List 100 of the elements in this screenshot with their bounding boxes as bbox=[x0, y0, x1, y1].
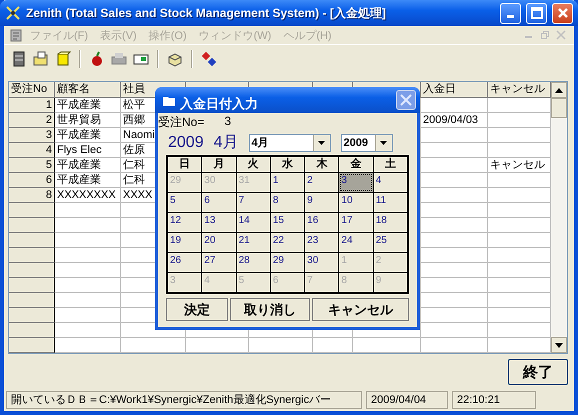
shapes-icon[interactable] bbox=[200, 50, 218, 68]
table-cell bbox=[421, 263, 488, 278]
calendar-day[interactable]: 13 bbox=[202, 213, 236, 232]
table-cell bbox=[421, 188, 488, 203]
table-cell bbox=[55, 323, 121, 338]
table-cell bbox=[421, 323, 488, 338]
calendar-day[interactable]: 25 bbox=[374, 233, 407, 252]
dialog-button[interactable]: 取り消し bbox=[230, 298, 310, 321]
calendar-day[interactable]: 7 bbox=[236, 193, 270, 212]
calendar-day[interactable]: 27 bbox=[202, 253, 236, 272]
column-header[interactable]: 入金日 bbox=[421, 82, 488, 98]
scroll-thumb[interactable] bbox=[551, 98, 567, 118]
column-header[interactable]: 受注No bbox=[9, 82, 55, 98]
month-dropdown[interactable]: 4月 bbox=[248, 134, 330, 152]
calendar-day[interactable]: 24 bbox=[339, 233, 373, 252]
row-header bbox=[9, 218, 55, 233]
maximize-button[interactable] bbox=[526, 2, 547, 24]
folder-icon bbox=[163, 94, 175, 106]
scroll-up-button[interactable] bbox=[551, 82, 567, 98]
calendar-day[interactable]: 1 bbox=[270, 173, 304, 192]
calendar-day[interactable]: 19 bbox=[168, 233, 202, 252]
minimize-button[interactable] bbox=[500, 2, 521, 24]
row-header bbox=[9, 263, 55, 278]
calendar-day[interactable]: 17 bbox=[339, 213, 373, 232]
order-number: 3 bbox=[224, 114, 232, 130]
row-header: 8 bbox=[9, 188, 55, 203]
minimize-icon bbox=[507, 15, 514, 18]
calendar-day[interactable]: 11 bbox=[374, 193, 407, 212]
table-cell bbox=[313, 338, 353, 353]
tools-icon bbox=[5, 5, 21, 21]
table-cell bbox=[421, 248, 488, 263]
weekday-header: 火 bbox=[236, 157, 270, 172]
row-header: 6 bbox=[9, 173, 55, 188]
row-header: 3 bbox=[9, 128, 55, 143]
table-cell bbox=[421, 143, 488, 158]
calendar-day[interactable]: 6 bbox=[202, 193, 236, 212]
table-cell bbox=[421, 308, 488, 323]
table-cell: 平成産業 bbox=[55, 158, 121, 173]
weekday-header: 日 bbox=[168, 157, 202, 172]
table-cell: 平成産業 bbox=[55, 173, 121, 188]
calendar-day[interactable]: 14 bbox=[236, 213, 270, 232]
weekday-header: 木 bbox=[305, 157, 338, 172]
exit-button[interactable]: 終了 bbox=[508, 359, 568, 385]
calendar-day[interactable]: 10 bbox=[339, 193, 373, 212]
document-icon[interactable] bbox=[8, 27, 24, 43]
calendar-day[interactable]: 28 bbox=[236, 253, 270, 272]
calendar-day[interactable]: 3 bbox=[339, 173, 373, 192]
weekday-header: 金 bbox=[339, 157, 373, 172]
column-header[interactable]: キャンセル bbox=[488, 82, 551, 98]
calendar-day[interactable]: 5 bbox=[168, 193, 202, 212]
window-title: Zenith (Total Sales and Stock Management System) - [入金処理] bbox=[26, 4, 387, 22]
calendar-day[interactable]: 26 bbox=[168, 253, 202, 272]
up-arrow-icon bbox=[555, 88, 563, 92]
dialog-button[interactable]: 決定 bbox=[166, 298, 228, 321]
table-cell bbox=[186, 338, 249, 353]
calendar-day[interactable]: 30 bbox=[305, 253, 338, 272]
row-header bbox=[9, 308, 55, 323]
status-panel: 22:10:21 bbox=[452, 391, 536, 409]
weekday-header: 月 bbox=[202, 157, 236, 172]
folder-icon[interactable] bbox=[32, 50, 50, 68]
calendar-day[interactable]: 8 bbox=[270, 193, 304, 212]
calendar-day[interactable]: 18 bbox=[374, 213, 407, 232]
calendar-day[interactable]: 16 bbox=[305, 213, 338, 232]
status-panel: 開いているＤＢ＝C:¥Work1¥Synergic¥Zenith最適化Synergicバー bbox=[6, 391, 362, 409]
table-cell bbox=[421, 98, 488, 113]
calendar-day[interactable]: 29 bbox=[270, 253, 304, 272]
table-cell: 平成産業 bbox=[55, 128, 121, 143]
down-arrow-icon bbox=[555, 342, 563, 348]
row-header bbox=[9, 293, 55, 308]
row-header bbox=[9, 338, 55, 353]
column-header[interactable]: 顧客名 bbox=[55, 82, 121, 98]
caret-icon bbox=[380, 140, 387, 144]
calendar-day[interactable]: 20 bbox=[202, 233, 236, 252]
calendar-day[interactable]: 2 bbox=[305, 173, 338, 192]
table-cell bbox=[421, 158, 488, 173]
dialog-button[interactable]: キャンセル bbox=[312, 298, 409, 321]
calendar-day[interactable]: 12 bbox=[168, 213, 202, 232]
row-header: 4 bbox=[9, 143, 55, 158]
table-cell bbox=[249, 338, 313, 353]
scroll-down-button[interactable] bbox=[551, 337, 567, 353]
row-header: 2 bbox=[9, 113, 55, 128]
table-cell: Flys Elec bbox=[55, 143, 121, 158]
table-cell: 平成産業 bbox=[55, 98, 121, 113]
calendar-day[interactable]: 15 bbox=[270, 213, 304, 232]
calendar-day[interactable]: 21 bbox=[236, 233, 270, 252]
table-cell bbox=[353, 338, 421, 353]
row-header: 5 bbox=[9, 158, 55, 173]
calendar-day[interactable]: 23 bbox=[305, 233, 338, 252]
table-cell bbox=[55, 338, 121, 353]
caret-icon bbox=[318, 140, 325, 144]
status-panel: 2009/04/04 bbox=[366, 391, 448, 409]
calendar-day[interactable]: 9 bbox=[305, 193, 338, 212]
table-cell bbox=[421, 233, 488, 248]
table-cell bbox=[421, 293, 488, 308]
weekday-header: 土 bbox=[374, 157, 407, 172]
year-dropdown[interactable]: 2009 bbox=[340, 134, 392, 152]
table-cell bbox=[421, 203, 488, 218]
table-cell bbox=[421, 218, 488, 233]
calendar-day[interactable]: 22 bbox=[270, 233, 304, 252]
calendar-day[interactable]: 4 bbox=[374, 173, 407, 192]
